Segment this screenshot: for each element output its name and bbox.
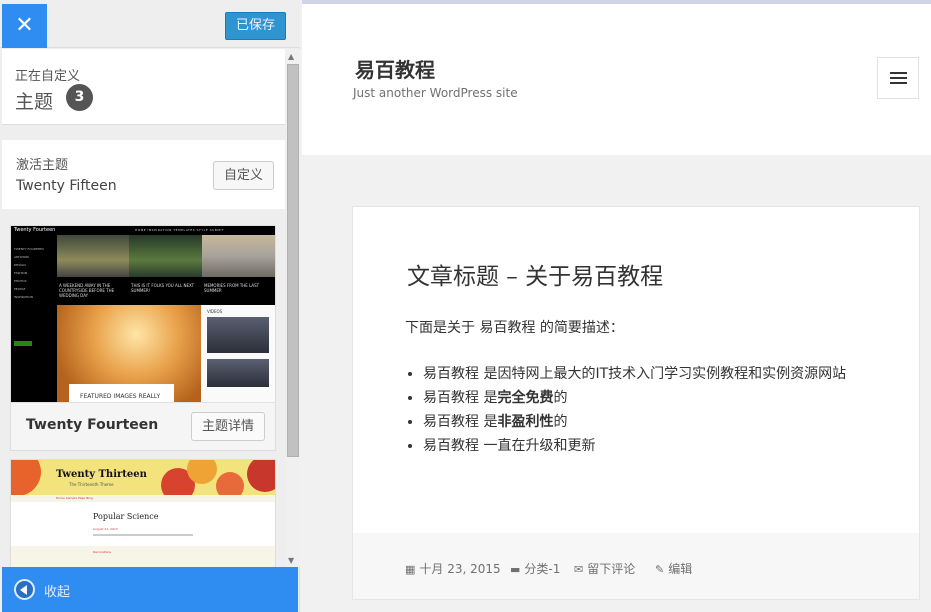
thumb-featured-strip: THIS IS IT FOLKS YOU ALL NEXT SUMMER! (129, 277, 202, 305)
site-preview: 易百教程 Just another WordPress site 文章标题 – … (302, 0, 931, 612)
edit-link[interactable]: ✎ 编辑 (655, 560, 692, 577)
thumb-hero-image (129, 235, 202, 277)
post-article: 文章标题 – 关于易百教程 下面是关于 易百教程 的简要描述： 易百教程 是因特… (352, 206, 920, 600)
hamburger-icon (890, 77, 907, 79)
bold-text: 完全免费 (497, 390, 554, 406)
active-theme-name: Twenty Fifteen (16, 178, 117, 194)
sidebar-scroll-area: 正在自定义 主题 3 激活主题 Twenty Fifteen 自定义 Twent… (0, 49, 285, 567)
thumb-post-title: Popular Science (93, 512, 159, 521)
scroll-up-arrow-icon[interactable]: ▲ (288, 52, 294, 61)
thumb-circle-decoration (187, 460, 217, 484)
entry-footer: ▦ 十月 23, 2015 ▬ 分类-1 ✉ 留下评论 ✎ 编辑 (353, 533, 919, 599)
list-item: 易百教程 一直在升级和更新 (423, 434, 846, 458)
thumb-widget: VIDEOS (201, 305, 275, 403)
theme-count-badge: 3 (66, 84, 93, 111)
folder-icon: ▬ (510, 563, 521, 576)
thumb-band: Decorations (11, 546, 275, 567)
pencil-icon: ✎ (655, 563, 665, 576)
section-heading: 正在自定义 主题 3 (2, 49, 285, 125)
theme-card-twenty-thirteen[interactable]: Twenty Thirteen The Thirteenth Theme Hom… (10, 459, 276, 567)
thumb-video (207, 317, 269, 353)
sidebar-scrollbar[interactable]: ▲ ▼ (286, 49, 300, 567)
customizing-label: 正在自定义 (15, 69, 81, 84)
site-title[interactable]: 易百教程 (355, 54, 435, 83)
list-item: 易百教程 是完全免费的 (423, 386, 846, 410)
bold-text: 非盈利性 (497, 414, 554, 430)
post-title[interactable]: 文章标题 – 关于易百教程 (407, 257, 663, 291)
thumb-hero-image (57, 235, 129, 277)
sidebar-header: ✕ 已保存 (0, 0, 300, 48)
thumb-side-item: ARTWORK (14, 255, 30, 259)
thumb-side-item: DESIGN (14, 263, 26, 267)
list-item: 易百教程 是因特网上最大的IT技术入门学习实例教程和实例资源网站 (423, 362, 846, 386)
thumb-nav-items: Home Sample Page Blog (56, 496, 93, 500)
thumb-nav: HOME INSPIRATION TEMPLATES STYLE SUBMIT (135, 228, 225, 232)
thumb-circle-decoration (11, 460, 41, 495)
active-theme-label: 激活主题 (16, 158, 69, 173)
thumb-nav: Home Sample Page Blog (11, 495, 275, 502)
thumb-topbar: Twenty Fourteen HOME INSPIRATION TEMPLAT… (11, 226, 275, 235)
active-theme-panel: 激活主题 Twenty Fifteen 自定义 (2, 140, 285, 209)
post-intro: 下面是关于 易百教程 的简要描述： (405, 320, 624, 336)
thumb-video (207, 359, 269, 387)
thumb-band-text: Decorations (93, 550, 112, 554)
scrollbar-thumb[interactable] (287, 64, 299, 457)
theme-card-footer: Twenty Fourteen 主题详情 (11, 402, 275, 450)
thumb-circle-decoration (247, 460, 275, 492)
hamburger-icon (890, 82, 907, 84)
section-name: 主题 (15, 91, 54, 113)
thumb-strip-text: A WEEKEND AWAY IN THE COUNTRYSIDE BEFORE… (59, 283, 115, 298)
thumb-circle-decoration (216, 472, 244, 495)
thumb-strip-text: THIS IS IT FOLKS YOU ALL NEXT SUMMER! (131, 283, 195, 293)
thumb-tagline: The Thirteenth Theme (69, 482, 114, 487)
thumb-side-item: TWENTY FOURTEEN (14, 247, 44, 251)
thumb-featured-strip: A WEEKEND AWAY IN THE COUNTRYSIDE BEFORE… (57, 277, 129, 305)
thumb-caption-text: FEATURED IMAGES REALLY (80, 393, 161, 400)
leave-comment-link[interactable]: ✉ 留下评论 (574, 560, 635, 577)
thumb-green-button (14, 341, 32, 346)
post-date[interactable]: ▦ 十月 23, 2015 (405, 560, 501, 577)
thumb-side-item: FASHION (14, 271, 28, 275)
thumb-sidebar: TWENTY FOURTEEN ARTWORK DESIGN FASHION P… (11, 235, 57, 403)
calendar-icon: ▦ (405, 563, 416, 576)
menu-toggle-button[interactable] (877, 57, 919, 99)
hamburger-icon (890, 72, 907, 74)
thumb-widget-label: VIDEOS (207, 309, 223, 314)
theme-name: Twenty Fourteen (26, 417, 159, 433)
thumb-hero-image (202, 235, 275, 277)
thumb-site-title: Twenty Fourteen (14, 227, 56, 233)
collapse-arrow-icon[interactable] (14, 579, 35, 600)
collapse-sidebar-button[interactable]: 收起 (2, 567, 298, 612)
thumb-banner: Twenty Thirteen The Thirteenth Theme (11, 460, 275, 495)
post-list: 易百教程 是因特网上最大的IT技术入门学习实例教程和实例资源网站 易百教程 是完… (405, 362, 846, 458)
theme-screenshot[interactable]: Twenty Thirteen The Thirteenth Theme Hom… (11, 460, 275, 567)
thumb-side-item: PHOTOS (14, 279, 27, 283)
collapse-label: 收起 (44, 585, 71, 600)
save-button[interactable]: 已保存 (225, 12, 286, 40)
thumb-post-meta: August 21, 2013 (93, 527, 118, 531)
post-category[interactable]: ▬ 分类-1 (510, 560, 560, 577)
theme-screenshot[interactable]: Twenty Fourteen HOME INSPIRATION TEMPLAT… (11, 226, 275, 403)
thumb-featured-strip: MEMORIES FROM THE LAST SUMMER (202, 277, 275, 305)
thumb-side-item: PEOPLE (14, 287, 26, 291)
customizer-sidebar: ✕ 已保存 正在自定义 主题 3 激活主题 Twenty Fifteen 自定义… (0, 0, 300, 612)
thumb-caption: FEATURED IMAGES REALLY (69, 384, 174, 403)
site-header: 易百教程 Just another WordPress site (302, 4, 931, 155)
theme-details-button[interactable]: 主题详情 (191, 412, 265, 441)
thumb-site-title: Twenty Thirteen (56, 469, 147, 480)
close-customizer-button[interactable]: ✕ (2, 4, 47, 48)
site-description: Just another WordPress site (353, 86, 518, 100)
theme-card-twenty-fourteen[interactable]: Twenty Fourteen HOME INSPIRATION TEMPLAT… (10, 225, 276, 451)
scroll-down-arrow-icon[interactable]: ▼ (288, 556, 294, 565)
comment-icon: ✉ (574, 563, 584, 576)
list-item: 易百教程 是非盈利性的 (423, 410, 846, 434)
thumb-side-item: INSPIRATION (14, 295, 33, 299)
customize-button[interactable]: 自定义 (213, 161, 274, 190)
thumb-strip-text: MEMORIES FROM THE LAST SUMMER (204, 283, 260, 293)
thumb-text-line (93, 534, 193, 536)
